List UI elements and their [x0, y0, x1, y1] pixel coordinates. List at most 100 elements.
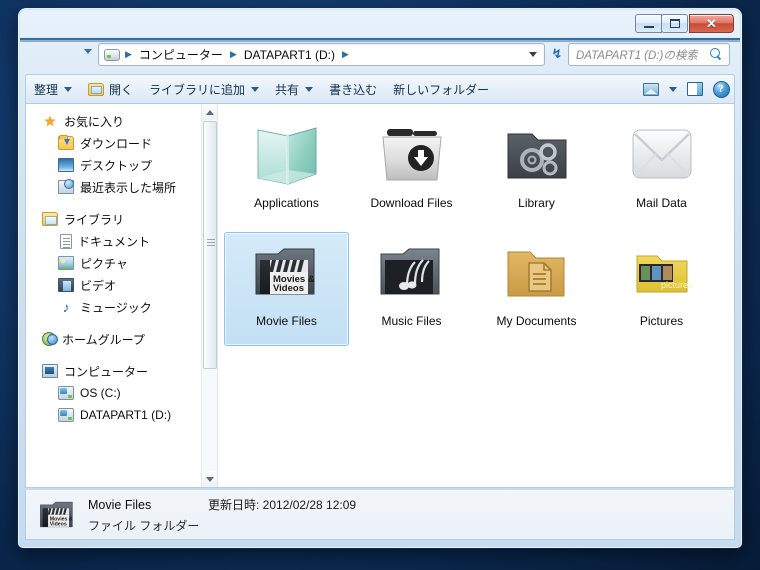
navigation-scrollbar[interactable] [201, 104, 217, 487]
refresh-button[interactable]: ↯ [546, 43, 568, 66]
details-item-name: Movie Files [88, 497, 152, 512]
breadcrumb-separator-icon: ▶ [229, 49, 237, 59]
scrollbar-thumb[interactable] [203, 121, 217, 369]
add-to-library-button[interactable]: ライブラリに追加 [141, 78, 267, 100]
sidebar-item-DATAPART1 (D:)[interactable]: DATAPART1 (D:) [26, 404, 217, 426]
chevron-down-icon [669, 86, 677, 92]
window-frame-inner: ✕ ← ➔ ▶ コンピューター ▶ DATAPART1 (D:) ▶ ↯ DAT… [20, 10, 740, 546]
drive-icon [104, 48, 120, 61]
breadcrumb-computer[interactable]: コンピューター [137, 46, 225, 63]
details-modified-date: 更新日時: 2012/02/28 12:09 [208, 497, 357, 512]
new-folder-button[interactable]: 新しいフォルダー [385, 78, 497, 100]
drive-icon [58, 408, 74, 422]
file-item-pictures[interactable]: pictures Pictures [599, 232, 724, 346]
view-mode-icon [643, 82, 659, 96]
chevron-up-icon [206, 109, 214, 115]
documents-folder-icon [498, 236, 576, 310]
navigation-list: ★ お気に入りダウンロードデスクトップ 最近表示した場所ライブラリドキュメントピクチ… [26, 104, 217, 426]
recent-places-icon [58, 179, 74, 194]
organize-button[interactable]: 整理 [26, 78, 80, 100]
sidebar-item-ピクチャ[interactable]: ピクチャ [26, 252, 217, 274]
chevron-down-icon [305, 86, 314, 92]
scrollbar-grip-icon [207, 242, 215, 243]
sidebar-item-OS (C:)[interactable]: OS (C:) [26, 382, 217, 404]
organize-label: 整理 [34, 82, 59, 97]
applications-glass-folder-icon [248, 118, 326, 192]
sidebar-item-最近表示した場所[interactable]: 最近表示した場所 [26, 176, 217, 198]
view-mode-dropdown[interactable] [664, 78, 682, 100]
file-item-download-files[interactable]: Download Files [349, 114, 474, 228]
title-bar[interactable]: ✕ [20, 10, 740, 38]
sidebar-item-ドキュメント[interactable]: ドキュメント [26, 230, 217, 252]
scroll-down-button[interactable] [202, 471, 217, 487]
preview-pane-icon [687, 82, 703, 96]
sidebar-item-label: ダウンロード [80, 136, 153, 151]
search-input[interactable]: DATAPART1 (D:)の検索 [576, 47, 698, 63]
desktop-icon [58, 158, 74, 172]
open-button[interactable]: 開く [80, 78, 141, 100]
svg-text:Videos: Videos [273, 283, 304, 294]
content-area: ★ お気に入りダウンロードデスクトップ 最近表示した場所ライブラリドキュメントピクチ… [25, 103, 735, 488]
nav-group-header[interactable]: ★ お気に入り [26, 110, 217, 132]
search-box[interactable]: DATAPART1 (D:)の検索 [568, 43, 730, 66]
file-item-applications[interactable]: Applications [224, 114, 349, 228]
address-dropdown-icon[interactable] [529, 52, 537, 57]
breadcrumb-separator-icon: ▶ [125, 49, 132, 59]
search-icon [710, 48, 723, 61]
sidebar-item-ミュージック[interactable]: ♪ ミュージック [26, 296, 217, 318]
sidebar-item-label: ドキュメント [78, 234, 151, 249]
open-folder-icon [88, 82, 105, 96]
share-button[interactable]: 共有 [267, 78, 321, 100]
preview-pane-button[interactable] [682, 78, 708, 100]
videos-icon [58, 278, 74, 292]
downloads-folder-icon [58, 135, 74, 150]
nav-group-label: ライブラリ [64, 212, 125, 227]
file-item-music-files[interactable]: Music Files [349, 232, 474, 346]
history-dropdown-icon[interactable] [84, 49, 92, 54]
music-icon: ♪ [62, 299, 70, 315]
minimize-button[interactable] [635, 14, 662, 33]
file-item-my-documents[interactable]: My Documents [474, 232, 599, 346]
breadcrumb-separator-icon: ▶ [341, 49, 349, 59]
burn-label: 書き込む [329, 82, 378, 97]
forward-button[interactable]: ➔ [20, 40, 740, 57]
file-item-label: Movie Files [256, 314, 317, 328]
sidebar-item-デスクトップ[interactable]: デスクトップ [26, 154, 217, 176]
file-item-library[interactable]: Library [474, 114, 599, 228]
breadcrumb-datapart1[interactable]: DATAPART1 (D:) [242, 48, 337, 62]
nav-group-header[interactable]: ライブラリ [26, 208, 217, 230]
address-bar[interactable]: ▶ コンピューター ▶ DATAPART1 (D:) ▶ [98, 43, 545, 66]
nav-group-label: ホームグループ [62, 332, 145, 347]
sidebar-item-ダウンロード[interactable]: ダウンロード [26, 132, 217, 154]
nav-group: コンピューター OS (C:) DATAPART1 (D:) [26, 360, 217, 426]
file-list-pane[interactable]: Applications Download Files Library Mail Da… [218, 104, 734, 487]
maximize-button[interactable] [661, 14, 688, 33]
help-button[interactable]: ? [708, 78, 734, 100]
details-row-primary: Movie Files 更新日時: 2012/02/28 12:09 [88, 496, 356, 513]
sidebar-item-label: OS (C:) [80, 386, 121, 400]
clapperboard-folder-icon: Movies & Videos [248, 236, 326, 310]
star-icon: ★ [43, 113, 57, 129]
close-button[interactable]: ✕ [689, 14, 734, 33]
nav-group-label: コンピューター [64, 364, 149, 379]
sidebar-item-label: ミュージック [80, 300, 152, 315]
nav-group-header[interactable]: ホームグループ [26, 328, 217, 350]
file-item-movie-files[interactable]: Movies & Videos Movie Files [224, 232, 349, 346]
sidebar-item-ビデオ[interactable]: ビデオ [26, 274, 217, 296]
navigation-pane: ★ お気に入りダウンロードデスクトップ 最近表示した場所ライブラリドキュメントピクチ… [26, 104, 218, 487]
nav-group-header[interactable]: コンピューター [26, 360, 217, 382]
svg-text:pictures: pictures [661, 280, 693, 290]
sidebar-item-label: DATAPART1 (D:) [80, 408, 172, 422]
details-pane: Movies & Videos Movie Files 更新日時: 2012/02… [25, 490, 735, 540]
sidebar-item-label: ビデオ [80, 278, 117, 293]
file-item-mail-data[interactable]: Mail Data [599, 114, 724, 228]
command-toolbar: 整理 開く ライブラリに追加 共有 書き込む 新しいフォルダー ? [25, 74, 735, 103]
pictures-icon [58, 256, 74, 270]
burn-button[interactable]: 書き込む [321, 78, 385, 100]
chevron-down-icon [251, 86, 260, 92]
file-item-label: Library [518, 196, 555, 210]
file-grid: Applications Download Files Library Mail Da… [224, 114, 734, 350]
drive-icon [58, 386, 74, 400]
view-mode-button[interactable] [638, 78, 664, 100]
scroll-up-button[interactable] [202, 104, 217, 120]
